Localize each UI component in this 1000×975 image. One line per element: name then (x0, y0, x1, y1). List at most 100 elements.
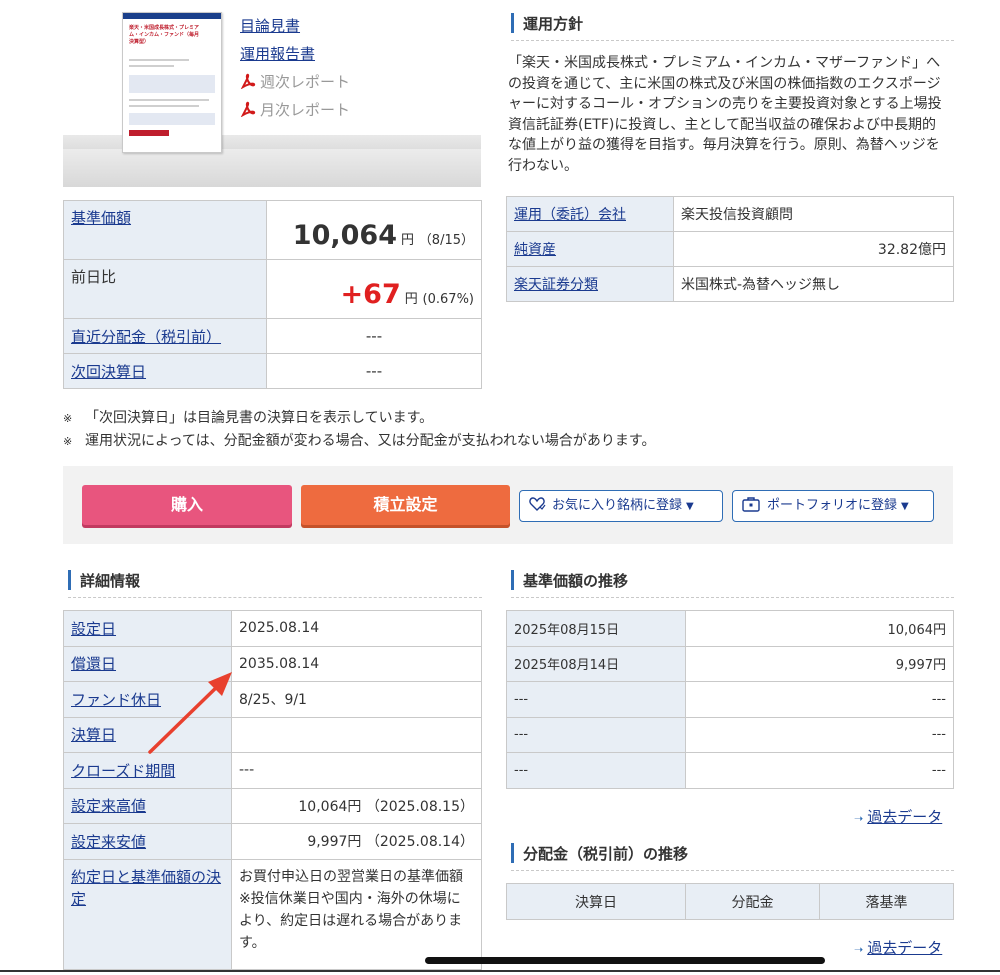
settlement-date-value (231, 716, 482, 753)
weekly-report-item[interactable]: 週次レポート (240, 68, 350, 96)
table-row: --- --- (506, 716, 954, 753)
prospectus-link[interactable]: 目論見書 (240, 12, 350, 40)
nav-date-cell: --- (506, 716, 686, 753)
inception-date-link[interactable]: 設定日 (71, 620, 116, 638)
add-portfolio-button[interactable]: ポートフォリオに登録 ▼ (732, 490, 934, 522)
nav-date-cell: --- (506, 681, 686, 718)
brochure-title: 楽天・米国成長株式・プレミアム・インカム・ファンド（毎月決算型） (129, 25, 200, 45)
note-mark: ※ (63, 435, 73, 448)
arrow-right-icon: ➝ (854, 812, 864, 825)
last-distribution-value: --- (266, 318, 482, 354)
redemption-date-link[interactable]: 償還日 (71, 655, 116, 673)
nav-history-heading: 基準価額の推移 (511, 570, 954, 598)
net-assets-link[interactable]: 純資産 (514, 242, 556, 258)
nav-value-cell: --- (685, 752, 954, 789)
closed-period-value: --- (231, 752, 482, 789)
nav-date-cell: 2025年08月14日 (506, 645, 686, 682)
trade-date-link[interactable]: 約定日と基準価額の決定 (71, 868, 221, 908)
prospectus-thumbnail[interactable]: 楽天・米国成長株式・プレミアム・インカム・ファンド（毎月決算型） (122, 12, 222, 153)
fund-info-table: 運用（委託）会社 楽天投信投資顧問 純資産 32.82億円 楽天証券分類 米国株… (506, 196, 954, 302)
inception-date-value: 2025.08.14 (231, 610, 482, 647)
brochure-line (129, 65, 174, 67)
note-mark: ※ (63, 412, 73, 425)
note-1-text: 「次回決算日」は目論見書の決算日を表示しています。 (85, 410, 434, 426)
table-row: --- --- (506, 681, 954, 718)
next-settlement-label-link[interactable]: 次回決算日 (71, 363, 146, 381)
column-header-settlement-date: 決算日 (506, 883, 686, 920)
price-table: 基準価額 10,064 円 （8/15） 前日比 +67 円 (0.67%) 直近分… (63, 200, 482, 389)
column-header-ex-nav: 落基準 (819, 883, 954, 920)
table-row: 2025年08月15日 10,064円 (506, 610, 954, 647)
nav-unit: 円 (401, 232, 415, 248)
note-2: ※ 運用状況によっては、分配金額が変わる場合、又は分配金が支払われない場合がありま… (63, 430, 656, 453)
add-favorite-label: お気に入り銘柄に登録 (552, 498, 683, 513)
trade-date-note: ※投信休業日や国内・海外の休場により、約定日は遅れる場合があります。 (239, 890, 463, 951)
nav-value-cell: 10,064円 (685, 610, 954, 647)
closed-period-link[interactable]: クローズド期間 (71, 762, 175, 780)
management-company-value: 楽天投信投資顧問 (673, 196, 954, 232)
column-header-distribution: 分配金 (685, 883, 820, 920)
last-distribution-label-link[interactable]: 直近分配金（税引前） (71, 328, 221, 346)
brochure-line (129, 105, 199, 107)
action-bar: 購入 積立設定 お気に入り銘柄に登録 ▼ ポートフォリオに登録 ▼ (63, 466, 953, 544)
pdf-icon (240, 101, 256, 117)
nav-history-table: 2025年08月15日 10,064円 2025年08月14日 9,997円 ---… (506, 610, 954, 789)
document-links: 目論見書 運用報告書 週次レポート 月次レポート (240, 12, 350, 124)
chevron-down-icon: ▼ (686, 501, 694, 512)
brochure-header-band (123, 13, 221, 19)
settlement-date-link[interactable]: 決算日 (71, 726, 116, 744)
note-1: ※ 「次回決算日」は目論見書の決算日を表示しています。 (63, 407, 656, 430)
add-favorite-button[interactable]: お気に入り銘柄に登録 ▼ (519, 490, 723, 522)
arrow-right-icon: ➝ (854, 943, 864, 956)
distribution-heading: 分配金（税引前）の推移 (511, 843, 954, 871)
all-time-low-link[interactable]: 設定来安値 (71, 833, 146, 851)
details-table: 設定日 2025.08.14 償還日 2035.08.14 ファンド休日 8/25、9… (63, 610, 482, 970)
note-2-text: 運用状況によっては、分配金額が変わる場合、又は分配金が支払われない場合があります… (85, 433, 656, 449)
management-company-link[interactable]: 運用（委託）会社 (514, 207, 626, 223)
monthly-report-label: 月次レポート (260, 101, 351, 119)
operation-report-link[interactable]: 運用報告書 (240, 40, 350, 68)
nav-value-cell: --- (685, 716, 954, 753)
table-row: --- --- (506, 752, 954, 789)
details-heading: 詳細情報 (68, 570, 482, 598)
chevron-down-icon: ▼ (901, 501, 909, 512)
policy-text: 「楽天・米国成長株式・プレミアム・インカム・マザーファンド」への投資を通じて、主… (508, 55, 942, 174)
nav-date: （8/15） (418, 232, 474, 248)
change-percent: (0.67%) (422, 291, 474, 307)
fund-holiday-value: 8/25、9/1 (231, 681, 482, 718)
nav-value-cell: --- (685, 681, 954, 718)
add-portfolio-label: ポートフォリオに登録 (767, 498, 898, 513)
distribution-past-data-label: 過去データ (867, 939, 943, 957)
net-assets-value: 32.82億円 (673, 231, 954, 267)
weekly-report-label: 週次レポート (260, 73, 351, 91)
nav-date-cell: --- (506, 752, 686, 789)
all-time-low-value: 9,997円 （2025.08.14） (231, 823, 482, 860)
nav-value-cell: 9,997円 (685, 645, 954, 682)
nav-value: 10,064 (292, 219, 397, 251)
change-value: +67 (340, 278, 401, 310)
distribution-past-data-link[interactable]: ➝ 過去データ (854, 937, 942, 958)
brochure-block (129, 75, 215, 93)
monthly-report-item[interactable]: 月次レポート (240, 96, 350, 124)
brochure-line (129, 59, 189, 61)
accumulate-setting-button[interactable]: 積立設定 (301, 485, 510, 525)
nav-date-cell: 2025年08月15日 (506, 610, 686, 647)
buy-button[interactable]: 購入 (82, 485, 292, 525)
all-time-high-link[interactable]: 設定来高値 (71, 797, 146, 815)
change-label: 前日比 (63, 259, 267, 319)
fund-holiday-link[interactable]: ファンド休日 (71, 691, 161, 709)
brochure-logo (129, 130, 169, 136)
heart-icon (529, 497, 546, 511)
nav-past-data-link[interactable]: ➝ 過去データ (854, 806, 942, 827)
nav-label-link[interactable]: 基準価額 (71, 209, 131, 227)
change-unit: 円 (404, 291, 418, 307)
home-indicator[interactable] (425, 957, 825, 964)
distribution-table: 決算日 分配金 落基準 (506, 883, 954, 920)
brochure-line (129, 99, 209, 101)
notes: ※ 「次回決算日」は目論見書の決算日を表示しています。 ※ 運用状況によっては、分配… (63, 407, 656, 453)
table-row: 2025年08月14日 9,997円 (506, 645, 954, 682)
classification-link[interactable]: 楽天証券分類 (514, 277, 598, 293)
trade-date-text: お買付申込日の翌営業日の基準価額 (239, 868, 463, 885)
redemption-date-value: 2035.08.14 (231, 645, 482, 682)
briefcase-icon (742, 497, 760, 512)
